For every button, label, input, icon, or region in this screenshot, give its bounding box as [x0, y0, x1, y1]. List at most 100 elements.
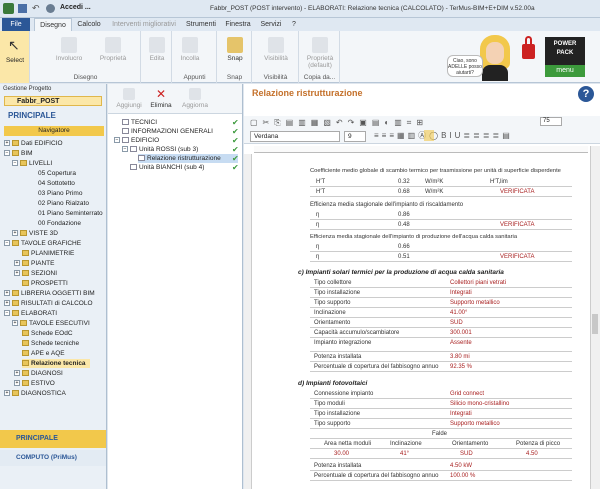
elimina-label: Elimina	[150, 102, 172, 109]
zoom-field[interactable]: 75	[540, 117, 562, 126]
elimina-button[interactable]: ✕ Elimina	[146, 88, 176, 109]
incolla-button[interactable]: Incolla	[177, 37, 203, 62]
check-icon: ✔	[232, 163, 239, 172]
undo-icon[interactable]: ↶	[32, 3, 40, 14]
tree-item-livelli[interactable]: − LIVELLI	[12, 159, 52, 168]
justify-button-active[interactable]	[424, 130, 434, 141]
select-button[interactable]: Select	[2, 57, 28, 64]
expand-icon[interactable]: +	[4, 140, 10, 147]
tab-file[interactable]: File	[2, 18, 30, 31]
aggiorna-button[interactable]: Aggiorna	[178, 88, 212, 109]
tab-calcolo[interactable]: Calcolo	[74, 18, 104, 31]
expand-icon[interactable]: +	[14, 270, 20, 277]
doc-tree-unita-bianchi[interactable]: Unità BIANCHI (sub 4)	[130, 163, 204, 172]
proprieta-button[interactable]: Proprietà	[95, 37, 131, 62]
tree-item-sezioni[interactable]: + SEZIONI	[14, 269, 57, 278]
font-select[interactable]: Verdana	[250, 131, 340, 142]
cell: 41.00°	[450, 310, 468, 316]
snap-button[interactable]: Snap	[221, 37, 249, 62]
project-name[interactable]: Fabbr_POST	[4, 96, 102, 106]
size-select[interactable]: 9	[344, 131, 366, 142]
tab-disegno[interactable]: Disegno	[34, 18, 72, 31]
bottom-tab-principale[interactable]: PRINCIPALE	[0, 430, 106, 448]
doc-tree-edificio[interactable]: − EDIFICIO	[114, 136, 159, 145]
tree-item-level[interactable]: 00 Fondazione	[38, 219, 81, 228]
expand-icon[interactable]: +	[14, 260, 20, 267]
expand-icon[interactable]: +	[4, 300, 10, 307]
proprieta-default-button[interactable]: Proprietà (default)	[302, 37, 338, 69]
tree-item-estivo[interactable]: + ESTIVO	[14, 379, 55, 388]
table-row: Capacità accumulo/scambiatore 300.001	[310, 328, 572, 338]
doc-icon	[122, 128, 129, 135]
proprieta-icon	[105, 37, 121, 53]
tree-item-level[interactable]: 02 Piano Rialzato	[38, 199, 89, 208]
tree-item-libreria[interactable]: + LIBRERIA OGGETTI BIM	[4, 289, 95, 298]
collapse-icon[interactable]: −	[122, 146, 128, 153]
tree-item-level[interactable]: 03 Piano Primo	[38, 189, 82, 198]
tree-item-elaborati[interactable]: − ELABORATI	[4, 309, 57, 318]
tree-item-diagnosi[interactable]: + DIAGNOSI	[14, 369, 63, 378]
tree-item-tavole-grafiche[interactable]: − TAVOLE GRAFICHE	[4, 239, 81, 248]
expand-icon[interactable]: +	[4, 390, 10, 397]
tab-help[interactable]: ?	[288, 18, 300, 31]
tree-item-risultati[interactable]: + RISULTATI di CALCOLO	[4, 299, 93, 308]
tree-item-ape-aqe[interactable]: APE e AQE	[22, 349, 65, 358]
collapse-icon[interactable]: −	[12, 160, 18, 167]
tree-item-piante[interactable]: + PIANTE	[14, 259, 54, 268]
involucro-button[interactable]: Involucro	[51, 37, 87, 62]
tab-strumenti[interactable]: Strumenti	[183, 18, 219, 31]
tree-item-dati-edificio[interactable]: + Dati EDIFICIO	[4, 139, 63, 148]
expand-icon[interactable]: +	[12, 320, 18, 327]
tree-item-schede-eodc[interactable]: Schede EOdC	[22, 329, 73, 338]
tree-item-schede-tecniche[interactable]: Schede tecniche	[22, 339, 79, 348]
aggiungi-button[interactable]: Aggiungi	[112, 88, 146, 109]
doc-tree-relazione[interactable]: Relazione ristrutturazione	[138, 154, 238, 163]
tree-item-level[interactable]: 05 Copertura	[38, 169, 76, 178]
bottom-tab-computo[interactable]: COMPUTO (PriMus)	[0, 450, 106, 466]
assistant-bubble[interactable]: Ciao, sono ADELLE posso aiutarti?	[447, 55, 483, 77]
doc-text: Efficienza media stagionale dell'impiant…	[310, 202, 464, 208]
tree-label: BIM	[21, 150, 33, 157]
tab-finestra[interactable]: Finestra	[222, 18, 254, 31]
cell: Assente	[450, 340, 472, 346]
collapse-icon[interactable]: −	[114, 137, 120, 144]
tree-item-level[interactable]: 01 Piano Seminterrato	[38, 209, 103, 218]
save-icon[interactable]	[18, 4, 27, 13]
visibilita-button[interactable]: Visibilità	[257, 37, 295, 62]
doc-tree-unita-rossi[interactable]: − Unità ROSSI (sub 3)	[122, 145, 198, 154]
doc-tree-tecnici[interactable]: TECNICI	[122, 118, 157, 127]
help-icon[interactable]: ?	[578, 86, 594, 102]
incolla-icon	[182, 37, 198, 53]
table-row: Potenza installata 4.50 kW	[310, 461, 572, 471]
scrollbar-thumb[interactable]	[592, 314, 598, 334]
collapse-icon[interactable]: −	[4, 310, 10, 317]
tree-item-level[interactable]: 04 Sottotetto	[38, 179, 75, 188]
bottom-tab-label: PRINCIPALE	[16, 435, 58, 442]
tree-item-diagnostica[interactable]: + DIAGNOSTICA	[4, 389, 66, 398]
tab-interventi[interactable]: Interventi migliorativi	[108, 18, 180, 31]
collapse-icon[interactable]: −	[4, 150, 10, 157]
navigatore-bar[interactable]: Navigatore	[4, 126, 104, 136]
powerpack-label: POWER PACK	[553, 41, 577, 56]
tree-item-relazione-tecnica[interactable]: Relazione tecnica	[22, 359, 90, 368]
powerpack-logo[interactable]: POWER PACK	[545, 37, 585, 65]
tree-item-planimetrie[interactable]: PLANIMETRIE	[22, 249, 74, 258]
collapse-icon[interactable]: −	[4, 240, 10, 247]
expand-icon[interactable]: +	[4, 290, 10, 297]
powerpack-menu-button[interactable]: menu	[545, 65, 585, 77]
user-icon[interactable]	[46, 4, 55, 13]
group-visibilita: Visibilità Visibilità	[253, 31, 299, 83]
tree-label: Unità BIANCHI (sub 4)	[139, 164, 205, 171]
tree-item-tavole-esecutivi[interactable]: + TAVOLE ESECUTIVI	[12, 319, 90, 328]
tab-servizi[interactable]: Servizi	[256, 18, 286, 31]
edita-button[interactable]: Edita	[144, 37, 170, 62]
tree-item-prospetti[interactable]: PROSPETTI	[22, 279, 68, 288]
tree-item-bim[interactable]: − BIM	[4, 149, 33, 158]
tree-item-viste-3d[interactable]: + VISTE 3D	[12, 229, 58, 238]
expand-icon[interactable]: +	[12, 230, 18, 237]
doc-tree-info[interactable]: INFORMAZIONI GENERALI	[122, 127, 213, 136]
lock-icon	[522, 44, 535, 59]
quick-access-accedi[interactable]: Accedi ...	[60, 4, 91, 11]
expand-icon[interactable]: +	[14, 380, 20, 387]
expand-icon[interactable]: +	[14, 370, 20, 377]
